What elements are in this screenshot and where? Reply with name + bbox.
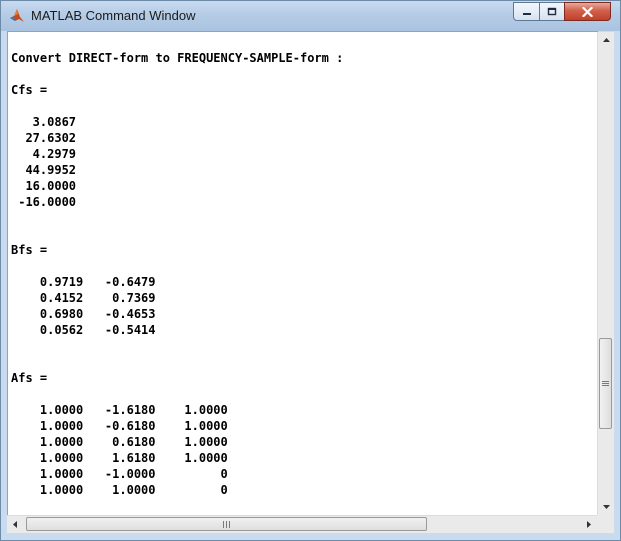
maximize-icon xyxy=(547,7,557,16)
thumb-grip-icon xyxy=(602,380,609,387)
scroll-up-button[interactable] xyxy=(598,32,614,48)
vertical-scrollbar[interactable] xyxy=(597,32,614,515)
matlab-command-window: MATLAB Command Window Convert DIRECT-for… xyxy=(0,0,621,541)
horizontal-scrollbar[interactable] xyxy=(7,515,597,533)
command-output-area[interactable]: Convert DIRECT-form to FREQUENCY-SAMPLE-… xyxy=(7,31,598,516)
close-button[interactable] xyxy=(564,2,611,21)
arrow-right-icon xyxy=(587,521,591,528)
arrow-up-icon xyxy=(602,38,610,42)
title-bar[interactable]: MATLAB Command Window xyxy=(1,1,620,31)
scroll-down-button[interactable] xyxy=(598,499,614,515)
scroll-right-button[interactable] xyxy=(581,516,597,533)
arrow-left-icon xyxy=(13,521,17,528)
minimize-icon xyxy=(522,12,531,15)
horizontal-scroll-thumb[interactable] xyxy=(26,517,427,531)
thumb-grip-icon xyxy=(222,520,231,528)
window-title: MATLAB Command Window xyxy=(31,8,196,23)
arrow-down-icon xyxy=(602,505,610,509)
scrollbar-corner xyxy=(597,515,614,533)
vertical-scroll-thumb[interactable] xyxy=(599,338,612,429)
maximize-button[interactable] xyxy=(539,2,565,21)
minimize-button[interactable] xyxy=(513,2,540,21)
matlab-logo-icon xyxy=(10,9,24,22)
close-icon xyxy=(582,6,593,17)
command-output-text: Convert DIRECT-form to FREQUENCY-SAMPLE-… xyxy=(11,51,344,497)
scroll-left-button[interactable] xyxy=(7,516,23,533)
